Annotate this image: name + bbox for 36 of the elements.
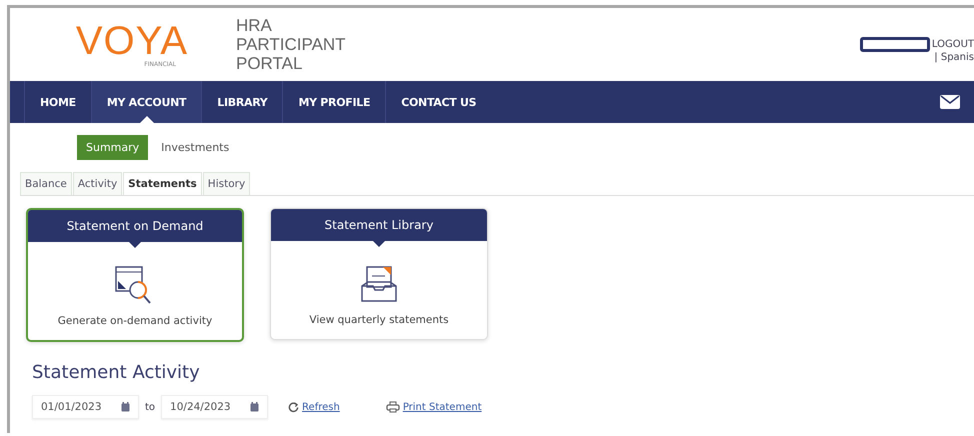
to-label: to xyxy=(145,402,156,412)
statement-card[interactable]: Statement Library View quarterly statements xyxy=(270,208,488,340)
portal-title: HRA PARTICIPANT PORTAL xyxy=(236,16,346,73)
document-tray-icon xyxy=(359,264,399,304)
mail-icon[interactable] xyxy=(940,95,960,109)
subtab[interactable]: Investments xyxy=(152,135,238,160)
tab[interactable]: Statements xyxy=(123,172,202,195)
tab[interactable]: Balance xyxy=(20,172,72,195)
nav-item[interactable]: MY PROFILE xyxy=(282,81,386,123)
pointer-icon xyxy=(373,241,385,247)
section-heading: Statement Activity xyxy=(32,362,201,383)
date-field[interactable]: 01/01/2023 xyxy=(32,395,139,419)
card-title: Statement on Demand xyxy=(66,219,204,233)
pointer-icon xyxy=(129,242,141,248)
date-input[interactable]: 01/01/2023 xyxy=(41,401,103,413)
language-link[interactable]: | Spanis xyxy=(934,52,974,62)
nav-item[interactable]: MY ACCOUNT xyxy=(90,81,202,123)
nav-item[interactable]: LIBRARY xyxy=(201,81,282,123)
date-field[interactable]: 10/24/2023 xyxy=(161,395,268,419)
refresh-icon xyxy=(288,402,300,412)
tab[interactable]: Activity xyxy=(72,172,122,195)
card-text: Generate on-demand activity xyxy=(58,315,212,327)
card-title: Statement Library xyxy=(324,218,434,232)
statement-card[interactable]: Statement on Demand Generate on-demand activity xyxy=(26,208,244,342)
calendar-icon[interactable] xyxy=(121,402,130,412)
print-link[interactable]: Print Statement xyxy=(386,401,482,413)
redaction-box xyxy=(860,36,930,52)
date-input[interactable]: 10/24/2023 xyxy=(170,401,232,413)
nav-item[interactable]: CONTACT US xyxy=(385,81,492,123)
card-text: View quarterly statements xyxy=(309,314,449,326)
tab[interactable]: History xyxy=(202,172,250,195)
subtab[interactable]: Summary xyxy=(77,135,148,160)
calendar-icon[interactable] xyxy=(250,402,260,412)
printer-icon xyxy=(386,401,400,413)
refresh-link[interactable]: Refresh xyxy=(288,402,340,412)
logout-link[interactable]: LOGOUT xyxy=(932,38,974,50)
